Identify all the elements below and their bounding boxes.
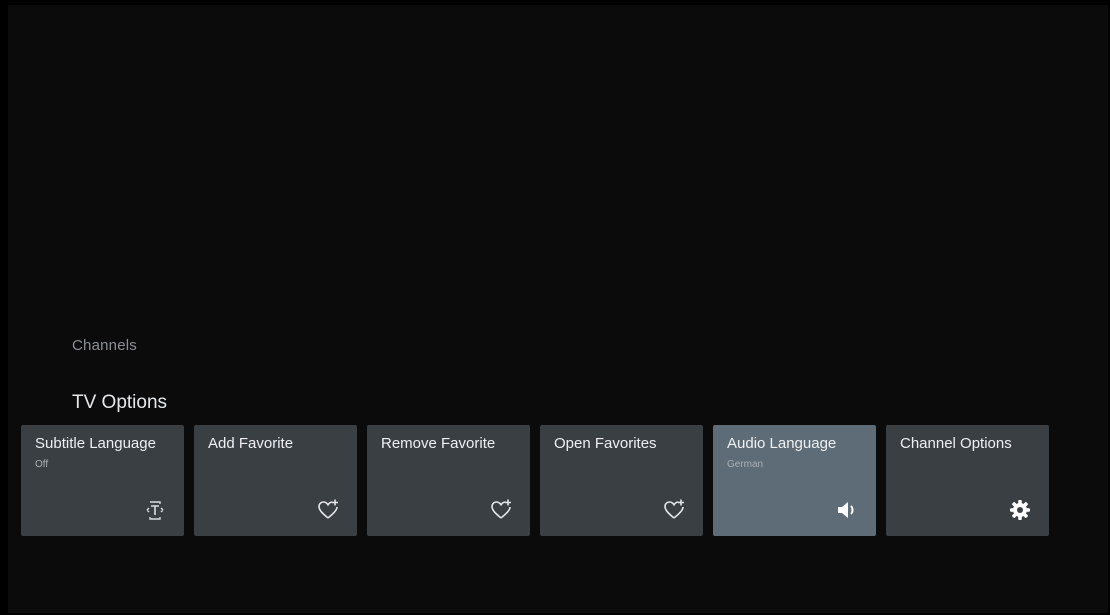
heart-plus-icon [488, 497, 514, 523]
card-title: Subtitle Language [35, 435, 156, 452]
tv-screen: Channels TV Options Subtitle Language Of… [0, 0, 1110, 615]
card-title: Open Favorites [554, 435, 657, 452]
add-favorite-card[interactable]: Add Favorite [194, 425, 357, 536]
gear-icon [1007, 497, 1033, 523]
card-title: Add Favorite [208, 435, 294, 452]
heart-plus-icon [661, 497, 687, 523]
channels-row-label[interactable]: Channels [72, 337, 137, 354]
card-subtitle: German [727, 459, 764, 470]
open-favorites-card[interactable]: Open Favorites [540, 425, 703, 536]
card-title: Remove Favorite [381, 435, 496, 452]
remove-favorite-card[interactable]: Remove Favorite [367, 425, 530, 536]
heart-plus-icon [315, 497, 341, 523]
subtitle-language-card[interactable]: Subtitle Language Off [21, 425, 184, 536]
card-title: Channel Options [900, 435, 1012, 452]
channel-options-card[interactable]: Channel Options [886, 425, 1049, 536]
speaker-icon [834, 497, 860, 523]
audio-language-card[interactable]: Audio Language German [713, 425, 876, 536]
card-subtitle: Off [35, 459, 49, 470]
card-title: Audio Language [727, 435, 837, 452]
tv-options-row-label: TV Options [72, 392, 168, 413]
subtitle-icon [142, 497, 168, 523]
